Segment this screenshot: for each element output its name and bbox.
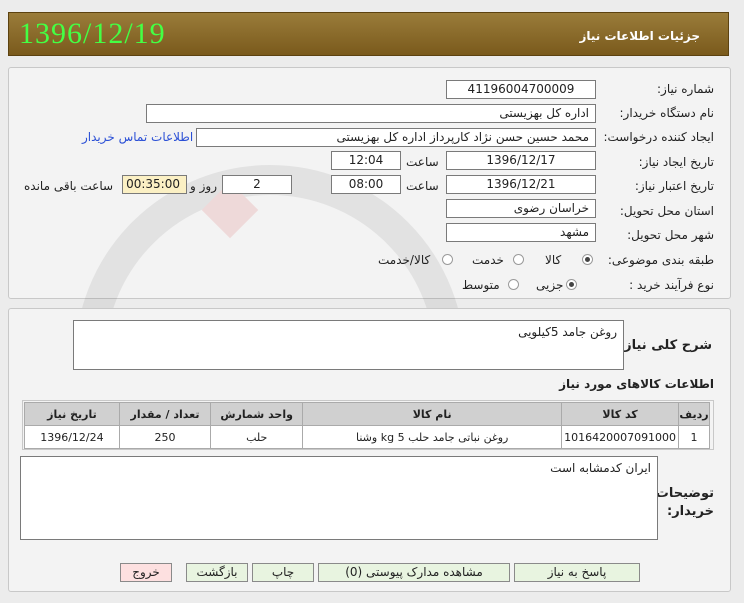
- category-radio-goods-service[interactable]: [442, 254, 453, 265]
- process-option-medium: متوسط: [462, 278, 500, 292]
- process-type-label: نوع فرآیند خرید :: [629, 278, 714, 292]
- category-radio-service[interactable]: [513, 254, 524, 265]
- cell-row: 1: [678, 425, 710, 449]
- header-date: 1396/12/19: [19, 17, 166, 50]
- created-time-label: ساعت: [406, 155, 439, 169]
- need-number-field: 1196004700009‏4: [446, 80, 596, 99]
- summary-textarea[interactable]: روغن جامد 5کیلویی: [73, 320, 624, 370]
- cell-code: 016420007091000‏1: [561, 425, 680, 449]
- category-label: طبقه بندی موضوعی:: [607, 253, 714, 267]
- col-name: نام کالا: [302, 402, 563, 426]
- created-time-field: 12:04: [331, 151, 401, 170]
- category-option-goods: کالا: [545, 253, 562, 267]
- province-field: خراسان رضوی: [446, 199, 596, 218]
- cell-date: 1396/12/24: [24, 425, 120, 449]
- created-date-label: تاریخ ایجاد نیاز:: [638, 155, 714, 169]
- cell-unit: حلب: [210, 425, 304, 449]
- category-radio-goods[interactable]: [582, 254, 593, 265]
- days-label: روز و: [190, 179, 217, 193]
- col-unit: واحد شمارش: [210, 402, 304, 426]
- summary-label: شرح کلی نیاز:: [618, 338, 712, 353]
- days-remaining-field: 2: [222, 175, 292, 194]
- validity-time-label: ساعت: [406, 179, 439, 193]
- attachments-button[interactable]: مشاهده مدارک پیوستی (0): [318, 563, 510, 582]
- category-option-goods-service: کالا/خدمت: [378, 253, 431, 267]
- province-label: استان محل تحویل:: [619, 204, 714, 218]
- remaining-time-label: ساعت باقی مانده: [24, 179, 114, 193]
- table-row: 1 016420007091000‏1 روغن نباتی جامد حلب …: [24, 425, 710, 449]
- process-radio-minor[interactable]: [566, 279, 577, 290]
- exit-button[interactable]: خروج: [120, 563, 172, 582]
- buyer-org-label: نام دستگاه خریدار:: [619, 106, 715, 120]
- buyer-org-field: اداره کل بهزیستی: [146, 104, 596, 123]
- col-code: کد کالا: [561, 402, 680, 426]
- col-date: تاریخ نیاز: [24, 402, 120, 426]
- remaining-time-field: 00:35:00: [122, 175, 187, 194]
- contact-info-link[interactable]: اطلاعات تماس خریدار: [82, 130, 193, 144]
- col-row: ردیف: [678, 402, 710, 426]
- items-table: ردیف کد کالا نام کالا واحد شمارش تعداد /…: [24, 402, 710, 449]
- header-title: جزئیات اطلاعات نیاز: [579, 29, 700, 43]
- page-header: 1396/12/19 جزئیات اطلاعات نیاز: [8, 12, 729, 56]
- buyer-notes-textarea[interactable]: ایران کدمشابه است: [20, 456, 658, 540]
- validity-date-label: تاریخ اعتبار نیاز:: [634, 179, 714, 193]
- col-quantity: تعداد / مقدار: [118, 402, 212, 426]
- requester-field: محمد حسین حسن نژاد کارپرداز اداره کل بهز…: [196, 128, 596, 147]
- validity-date-field: 1396/12/21: [446, 175, 596, 194]
- cell-quantity: 250: [118, 425, 212, 449]
- cell-name: روغن نباتی جامد حلب kg 5 وشنا: [302, 425, 563, 449]
- items-section-title: اطلاعات کالاهای مورد نیاز: [559, 377, 714, 391]
- back-button[interactable]: بازگشت: [186, 563, 248, 582]
- category-option-service: خدمت: [472, 253, 504, 267]
- city-field: مشهد: [446, 223, 596, 242]
- buyer-notes-label: توضیحات خریدار:: [655, 486, 714, 519]
- requester-label: ایجاد کننده درخواست:: [603, 130, 714, 144]
- process-radio-medium[interactable]: [508, 279, 519, 290]
- need-number-label: شماره نیاز:: [657, 82, 714, 96]
- print-button[interactable]: چاپ: [252, 563, 314, 582]
- city-label: شهر محل تحویل:: [627, 228, 714, 242]
- validity-time-field: 08:00: [331, 175, 401, 194]
- reply-button[interactable]: پاسخ به نیاز: [514, 563, 640, 582]
- created-date-field: 1396/12/17: [446, 151, 596, 170]
- process-option-minor: جزیی: [536, 278, 564, 292]
